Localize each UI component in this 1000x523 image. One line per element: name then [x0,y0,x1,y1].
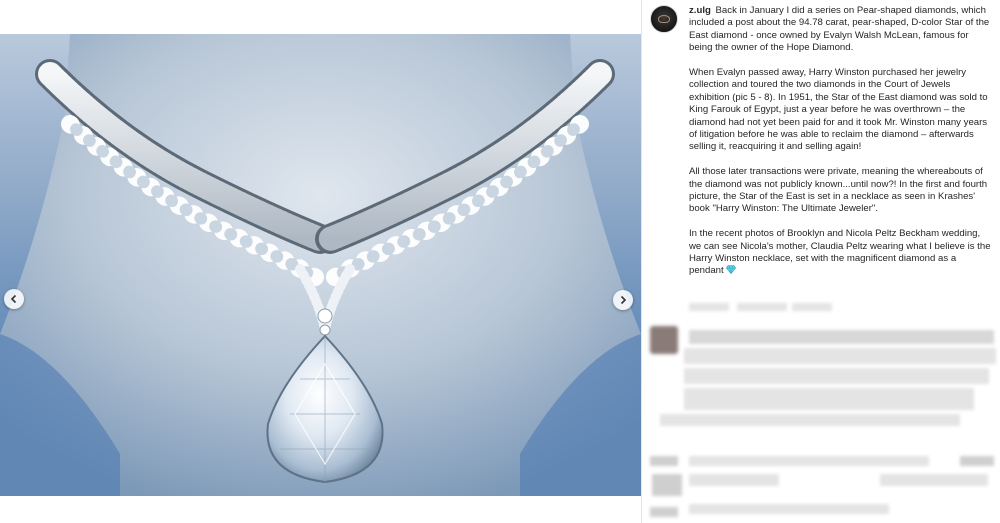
chevron-right-icon [620,295,627,305]
blurred-comment-meta [652,474,682,496]
previous-image-button[interactable] [4,289,24,309]
commenter-avatar[interactable] [650,326,678,354]
post-caption: z.ulg Back in January I did a series on … [689,5,991,290]
caption-paragraph-1: z.ulg Back in January I did a series on … [689,5,991,55]
chevron-left-icon [10,294,17,304]
author-username[interactable]: z.ulg [689,5,711,16]
blurred-comment-text [689,330,994,344]
caption-text-1: Back in January I did a series on Pear-s… [689,5,990,54]
caption-paragraph-2: When Evalyn passed away, Harry Winston p… [689,67,991,154]
blurred-comment-text [689,504,889,514]
blurred-comment-text [684,368,989,384]
blurred-comment-meta [650,456,678,466]
blurred-comment-text [684,348,996,364]
instagram-post-view: z.ulg Back in January I did a series on … [0,0,1000,523]
author-avatar[interactable] [650,5,678,33]
panel-divider [641,0,642,523]
caption-text-2: When Evalyn passed away, Harry Winston p… [689,67,988,153]
necklace-photo [0,34,641,496]
blurred-comment-meta [737,303,787,311]
blurred-comment-text [689,474,779,486]
blurred-comment-meta [689,303,729,311]
gem-icon [725,265,736,275]
next-image-button[interactable] [613,290,633,310]
caption-paragraph-3: All those later transactions were privat… [689,166,991,216]
caption-paragraph-4: In the recent photos of Brooklyn and Nic… [689,228,991,278]
blurred-comment-meta [960,456,994,466]
blurred-comment-meta [650,507,678,517]
blurred-comment-text [684,388,974,410]
blurred-comment-text [689,456,929,466]
blurred-comment-text [880,474,988,486]
post-image[interactable] [0,34,641,496]
caption-text-3: All those later transactions were privat… [689,166,988,215]
blurred-comment-meta [792,303,832,311]
blurred-comment-text [660,414,960,426]
